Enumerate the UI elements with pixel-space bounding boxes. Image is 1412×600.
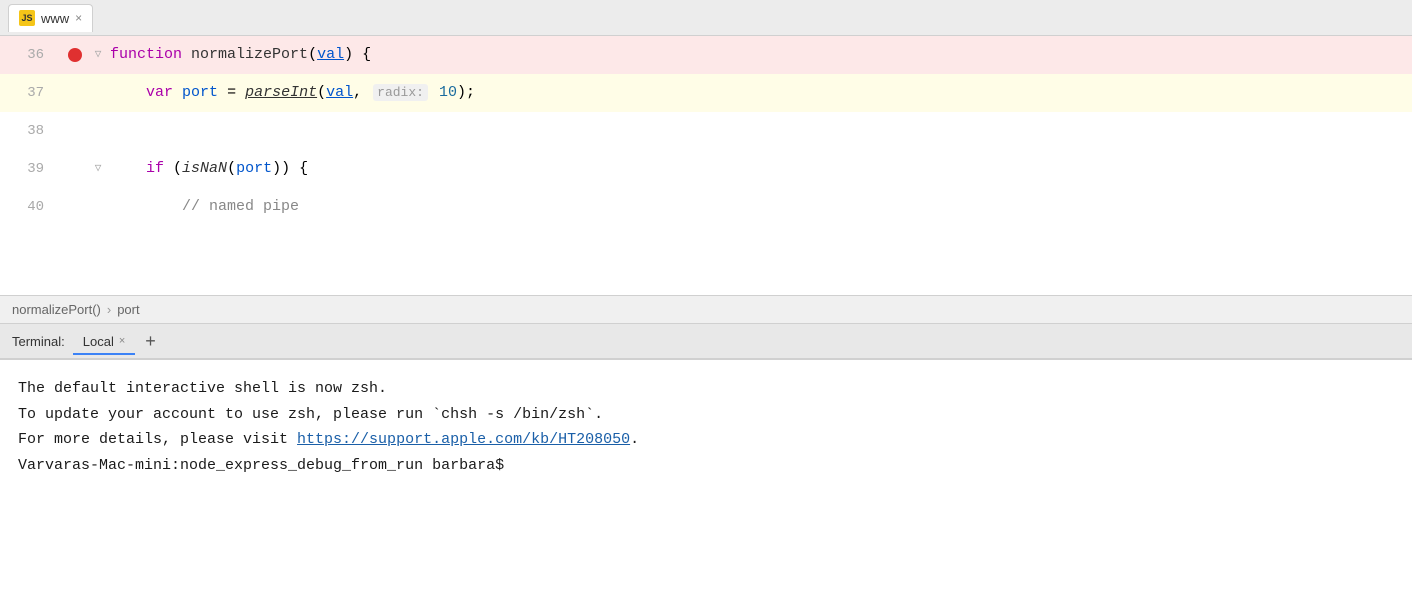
code-line-36: 36 ▽ function normalizePort(val) { (0, 36, 1412, 74)
builtin-parseint: parseInt (245, 84, 317, 101)
fold-spacer-40 (90, 199, 106, 215)
tab-close-button[interactable]: × (75, 12, 82, 24)
var-port: port (182, 84, 218, 101)
terminal-tab-label: Local (83, 334, 114, 349)
fold-arrow-36[interactable]: ▽ (90, 47, 106, 63)
terminal-link[interactable]: https://support.apple.com/kb/HT208050 (297, 431, 630, 448)
hint-radix: radix: (373, 84, 428, 101)
line-number-37: 37 (0, 74, 60, 112)
number-10: 10 (439, 84, 457, 101)
editor-area: 36 ▽ function normalizePort(val) { 37 va… (0, 36, 1412, 296)
breadcrumb-variable[interactable]: port (117, 302, 139, 317)
terminal-line-2: To update your account to use zsh, pleas… (18, 402, 1394, 428)
line-number-36: 36 (0, 36, 60, 74)
builtin-isnan: isNaN (182, 160, 227, 177)
terminal-add-button[interactable]: + (139, 332, 162, 350)
tab-bar: JS www × (0, 0, 1412, 36)
keyword-function: function (110, 46, 182, 63)
terminal-line-3: For more details, please visit https://s… (18, 427, 1394, 453)
js-file-icon: JS (19, 10, 35, 26)
code-line-37: 37 var port = parseInt(val, radix: 10); (0, 74, 1412, 112)
breadcrumb-function[interactable]: normalizePort() (12, 302, 101, 317)
fold-spacer-38 (90, 123, 106, 139)
terminal-label: Terminal: (12, 334, 65, 349)
arg-val: val (326, 84, 353, 101)
code-lines: 36 ▽ function normalizePort(val) { 37 va… (0, 36, 1412, 226)
line-number-38: 38 (0, 112, 60, 150)
code-line-39: 39 ▽ if (isNaN(port)) { (0, 150, 1412, 188)
function-name: normalizePort (191, 46, 308, 63)
terminal-section: Terminal: Local × + The default interact… (0, 324, 1412, 600)
line-number-40: 40 (0, 188, 60, 226)
code-content-37: var port = parseInt(val, radix: 10); (106, 74, 1412, 112)
terminal-tab-close[interactable]: × (119, 335, 125, 347)
arg-port: port (236, 160, 272, 177)
breadcrumb-chevron: › (107, 302, 111, 317)
param-val: val (317, 46, 344, 63)
keyword-if: if (146, 160, 164, 177)
tab-filename: www (41, 11, 69, 26)
breadcrumb-bar: normalizePort() › port (0, 296, 1412, 324)
code-line-40: 40 // named pipe (0, 188, 1412, 226)
fold-arrow-39[interactable]: ▽ (90, 161, 106, 177)
terminal-tab-bar: Terminal: Local × + (0, 324, 1412, 360)
code-content-39: if (isNaN(port)) { (106, 150, 1412, 188)
fold-spacer-37 (90, 85, 106, 101)
file-tab-www[interactable]: JS www × (8, 4, 93, 32)
code-content-40: // named pipe (106, 188, 1412, 226)
terminal-prompt: Varvaras-Mac-mini:node_express_debug_fro… (18, 453, 1394, 479)
breakpoint-dot[interactable] (68, 48, 82, 62)
keyword-var: var (146, 84, 173, 101)
code-line-38: 38 (0, 112, 1412, 150)
code-content-36: function normalizePort(val) { (106, 36, 1412, 74)
terminal-content[interactable]: The default interactive shell is now zsh… (0, 360, 1412, 600)
terminal-tab-local[interactable]: Local × (73, 330, 136, 355)
breakpoint-area-36[interactable] (60, 48, 90, 62)
line-number-39: 39 (0, 150, 60, 188)
terminal-line-1: The default interactive shell is now zsh… (18, 376, 1394, 402)
